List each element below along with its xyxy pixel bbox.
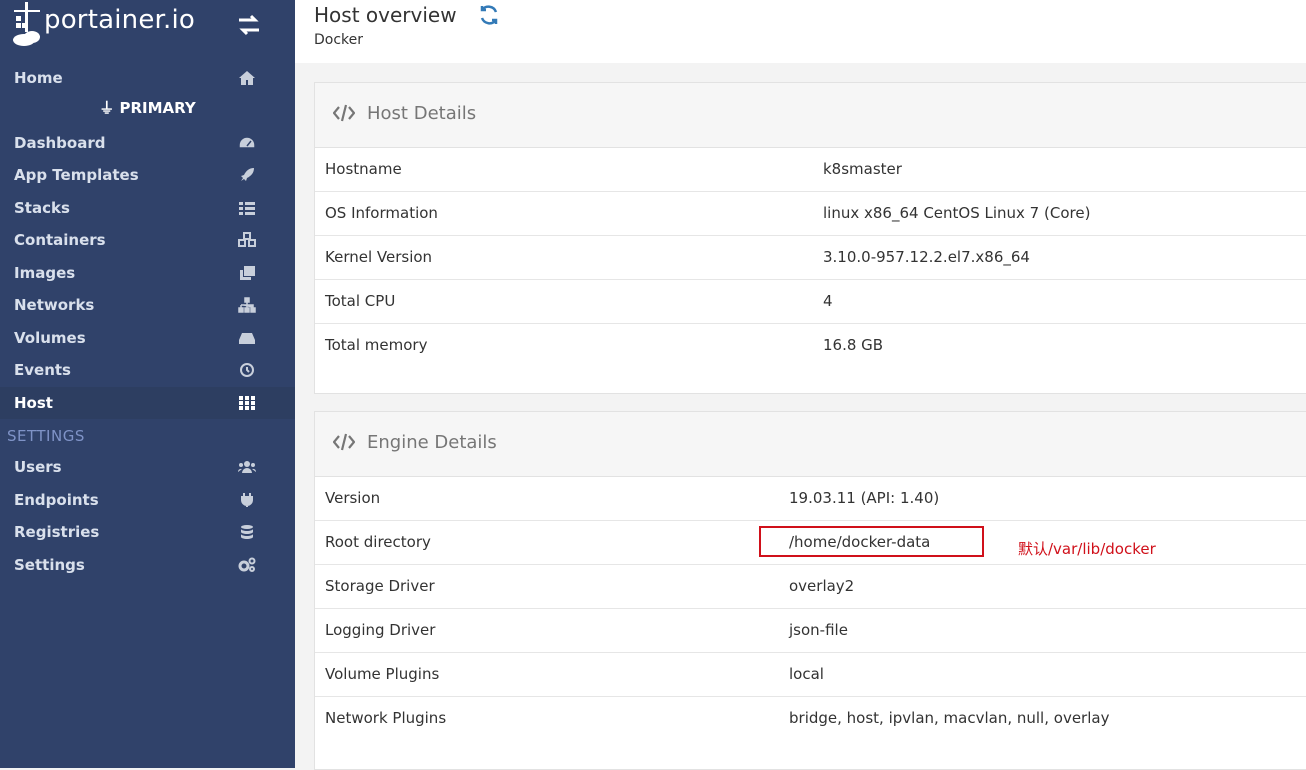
sidebar-item-label: Home (14, 69, 63, 87)
highlight-box (759, 526, 984, 557)
sidebar-item-label: Endpoints (14, 491, 99, 509)
sidebar-item-label: Dashboard (14, 134, 106, 152)
refresh-icon[interactable] (478, 4, 500, 26)
sidebar-item-label: Users (14, 458, 62, 476)
sidebar-item-stacks[interactable]: Stacks (0, 192, 295, 224)
sidebar-item-label: Registries (14, 523, 100, 541)
sidebar-item-label: Settings (14, 556, 85, 574)
table-row: OS Information linux x86_64 CentOS Linux… (315, 192, 1306, 236)
hdd-icon (239, 333, 255, 344)
sidebar-item-label: Containers (14, 231, 106, 249)
panel-header: Engine Details (315, 412, 1306, 477)
environment-title: ⏚ PRIMARY (0, 97, 295, 118)
sidebar-item-containers[interactable]: Containers (0, 224, 295, 256)
cogs-icon (238, 557, 256, 572)
row-key: OS Information (325, 204, 438, 222)
table-row: Total memory 16.8 GB (315, 324, 1306, 367)
rocket-icon (241, 168, 254, 181)
sitemap-icon (238, 297, 256, 313)
row-key: Kernel Version (325, 248, 433, 266)
row-value: overlay2 (789, 577, 855, 595)
page-title: Host overview (314, 3, 457, 27)
sidebar-item-events[interactable]: Events (0, 354, 295, 386)
plug-icon: ⏚ (99, 99, 115, 117)
row-value: k8smaster (823, 160, 902, 178)
panel-title: Host Details (367, 103, 477, 124)
panel-title: Engine Details (367, 432, 497, 453)
sidebar-item-label: App Templates (14, 166, 139, 184)
table-row: Version 19.03.11 (API: 1.40) (315, 477, 1306, 521)
home-icon (239, 71, 255, 85)
plug-icon (241, 493, 253, 507)
clone-icon (240, 266, 255, 280)
sidebar-item-label: Stacks (14, 199, 70, 217)
users-icon (238, 461, 256, 473)
table-row: Hostname k8smaster (315, 148, 1306, 192)
row-key: Storage Driver (325, 577, 435, 595)
sidebar-item-label: Events (14, 361, 71, 379)
sidebar-item-label: Host (14, 394, 53, 412)
exchange-icon[interactable] (236, 12, 262, 38)
row-value: 3.10.0-957.12.2.el7.x86_64 (823, 248, 1030, 266)
sidebar-item-endpoints[interactable]: Endpoints (0, 484, 295, 516)
history-icon (240, 363, 254, 377)
sidebar-item-host[interactable]: Host (0, 387, 295, 419)
row-key: Total CPU (325, 292, 396, 310)
row-key: Version (325, 489, 381, 507)
table-row: Network Plugins bridge, host, ipvlan, ma… (315, 697, 1306, 740)
row-key: Root directory (325, 533, 431, 551)
sidebar: portainer.io Home ⏚ PRIMARY Dashboard Ap… (0, 0, 295, 768)
code-icon (333, 433, 355, 451)
brand: portainer.io (0, 0, 295, 62)
sidebar-item-images[interactable]: Images (0, 257, 295, 289)
table-row: Kernel Version 3.10.0-957.12.2.el7.x86_6… (315, 236, 1306, 280)
sidebar-item-volumes[interactable]: Volumes (0, 322, 295, 354)
cubes-icon (238, 232, 256, 247)
page-header: Host overview Docker (295, 0, 1306, 63)
sidebar-item-dashboard[interactable]: Dashboard (0, 127, 295, 159)
table-row: Volume Plugins local (315, 653, 1306, 697)
sidebar-item-label: Volumes (14, 329, 86, 347)
row-value: 16.8 GB (823, 336, 884, 354)
tachometer-icon (238, 136, 256, 149)
row-value: 4 (823, 292, 833, 310)
brand-name[interactable]: portainer.io (44, 5, 195, 35)
sidebar-item-app-templates[interactable]: App Templates (0, 159, 295, 191)
row-value: json-file (789, 621, 848, 639)
row-value: linux x86_64 CentOS Linux 7 (Core) (823, 204, 1091, 222)
annotation-note: 默认/var/lib/docker (1018, 540, 1156, 558)
sidebar-item-registries[interactable]: Registries (0, 516, 295, 548)
table-row: Logging Driver json-file (315, 609, 1306, 653)
sidebar-item-networks[interactable]: Networks (0, 289, 295, 321)
row-value: 19.03.11 (API: 1.40) (789, 489, 940, 507)
sidebar-item-label: Images (14, 264, 76, 282)
sidebar-item-label: Networks (14, 296, 95, 314)
engine-details-panel: Engine Details Version 19.03.11 (API: 1.… (314, 411, 1306, 770)
sidebar-item-home[interactable]: Home (0, 62, 295, 94)
environment-name: PRIMARY (119, 99, 196, 117)
row-key: Hostname (325, 160, 402, 178)
sidebar-item-users[interactable]: Users (0, 451, 295, 483)
portainer-logo-icon (13, 2, 40, 46)
code-icon (333, 104, 355, 122)
settings-header: SETTINGS (7, 427, 85, 445)
row-value: local (789, 665, 824, 683)
table-row: Storage Driver overlay2 (315, 565, 1306, 609)
row-key: Total memory (325, 336, 428, 354)
row-key: Logging Driver (325, 621, 436, 639)
th-list-icon (239, 202, 255, 215)
sidebar-item-settings[interactable]: Settings (0, 549, 295, 581)
table-row: Total CPU 4 (315, 280, 1306, 324)
row-key: Volume Plugins (325, 665, 440, 683)
breadcrumb[interactable]: Docker (314, 32, 363, 48)
th-icon (239, 396, 255, 410)
panel-header: Host Details (315, 83, 1306, 148)
row-key: Network Plugins (325, 709, 447, 727)
host-details-panel: Host Details Hostname k8smaster OS Infor… (314, 82, 1306, 394)
database-icon (241, 525, 253, 539)
row-value: bridge, host, ipvlan, macvlan, null, ove… (789, 709, 1110, 727)
